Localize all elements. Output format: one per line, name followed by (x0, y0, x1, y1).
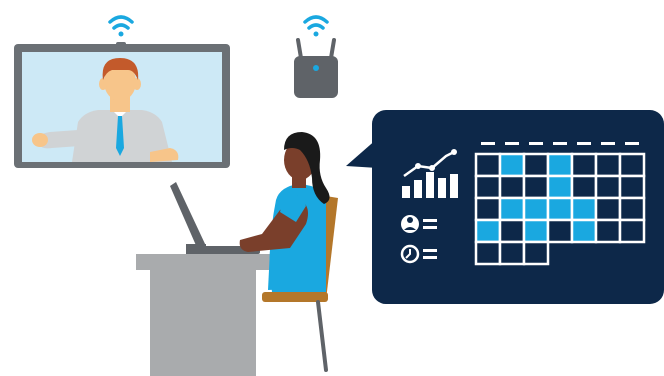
calendar-cell-booked (474, 218, 502, 244)
calendar-cell (570, 152, 598, 178)
calendar-cell (474, 240, 502, 266)
video-call-monitor (14, 42, 230, 168)
calendar-cell-booked (498, 152, 526, 178)
desk-leg (150, 270, 256, 376)
calendar-header-mark (529, 142, 543, 145)
calendar-header-mark (481, 142, 495, 145)
calendar-cell-booked (522, 218, 550, 244)
calendar-cell (522, 240, 550, 266)
calendar-header-mark (577, 142, 591, 145)
calendar-header-mark (505, 142, 519, 145)
calendar-cell-booked (546, 196, 574, 222)
desk (136, 254, 272, 376)
calendar-cell-booked (570, 196, 598, 222)
calendar-cell (594, 218, 622, 244)
calendar-cell (474, 196, 502, 222)
calendar-cell-booked (546, 174, 574, 200)
desk-top (136, 254, 272, 270)
calendar-cell (498, 174, 526, 200)
router-icon (294, 38, 338, 98)
calendar-cell (522, 174, 550, 200)
calendar-cell (498, 240, 526, 266)
calendar-cell (594, 196, 622, 222)
calendar-cell (594, 174, 622, 200)
calendar-cell (474, 152, 502, 178)
calendar-cell (474, 174, 502, 200)
calendar-header-mark (553, 142, 567, 145)
calendar-cell (546, 218, 574, 244)
calendar-cell (618, 196, 646, 222)
calendar-header-mark (625, 142, 639, 145)
wifi-icon (108, 15, 134, 37)
calendar-cell (594, 152, 622, 178)
calendar-cell-booked (522, 196, 550, 222)
calendar-cell-booked (570, 218, 598, 244)
calendar-cell-booked (546, 152, 574, 178)
calendar-cell (618, 218, 646, 244)
calendar-cell (618, 152, 646, 178)
calendar-cell-booked (498, 196, 526, 222)
schedule-speech-bubble (346, 110, 664, 304)
calendar-cell (498, 218, 526, 244)
calendar-header-mark (601, 142, 615, 145)
scene (14, 15, 664, 376)
calendar-cell (618, 174, 646, 200)
calendar-cell (522, 152, 550, 178)
calendar-cell (570, 174, 598, 200)
wifi-icon (303, 15, 329, 37)
